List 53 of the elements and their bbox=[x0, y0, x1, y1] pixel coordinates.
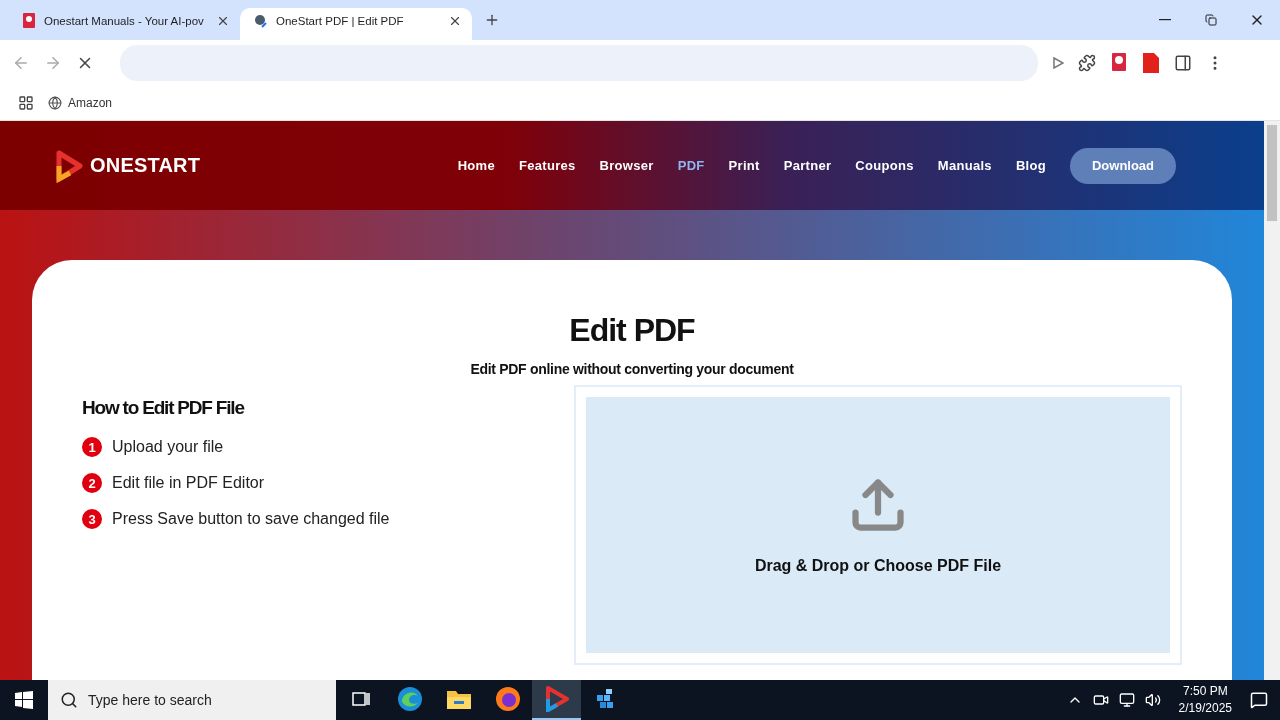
play-logo-icon bbox=[544, 686, 569, 712]
download-button[interactable]: Download bbox=[1070, 147, 1176, 184]
nav-link[interactable]: Home bbox=[457, 158, 495, 173]
nav-link[interactable]: Browser bbox=[599, 158, 654, 173]
taskbar-app[interactable] bbox=[532, 680, 581, 720]
side-panel-icon[interactable] bbox=[1174, 53, 1192, 72]
taskbar-clock[interactable]: 7:50 PM 2/19/2025 bbox=[1178, 683, 1232, 717]
camera-icon[interactable] bbox=[1092, 692, 1109, 708]
nav-link[interactable]: Manuals bbox=[937, 158, 992, 173]
folder-icon bbox=[445, 688, 472, 710]
page-title: Edit PDF bbox=[569, 312, 695, 349]
browser-tab[interactable]: Onestart Manuals - Your AI-pov bbox=[8, 8, 240, 40]
dropzone-label: Drag & Drop or Choose PDF File bbox=[754, 557, 1002, 575]
nav-link[interactable]: PDF bbox=[677, 158, 705, 173]
task-view-icon bbox=[350, 690, 371, 708]
pdf-file-icon[interactable] bbox=[1142, 52, 1160, 73]
nav-link[interactable]: Coupons bbox=[855, 158, 914, 173]
close-icon[interactable] bbox=[216, 14, 230, 28]
new-tab-icon[interactable] bbox=[484, 12, 500, 28]
browser-tab[interactable]: OneStart PDF | Edit PDF bbox=[240, 8, 472, 40]
volume-icon[interactable] bbox=[1144, 692, 1161, 708]
windows-logo-icon bbox=[15, 691, 33, 709]
page-subtitle: Edit PDF online without converting your document bbox=[470, 361, 794, 377]
nav-link[interactable]: Features bbox=[518, 158, 576, 173]
notification-icon[interactable] bbox=[1250, 691, 1268, 709]
extensions-icon[interactable] bbox=[1078, 53, 1096, 72]
book-icon[interactable] bbox=[1110, 52, 1128, 73]
step-text: Upload your file bbox=[112, 438, 224, 456]
book-icon bbox=[22, 13, 36, 29]
minimize-icon bbox=[1159, 19, 1171, 21]
apps-grid-icon[interactable] bbox=[18, 94, 34, 111]
step-number: 2 bbox=[82, 473, 102, 493]
play-icon[interactable] bbox=[1052, 56, 1064, 69]
step-number: 3 bbox=[82, 509, 102, 529]
site-logo[interactable]: ONESTART bbox=[54, 148, 201, 183]
file-dropzone[interactable]: Drag & Drop or Choose PDF File bbox=[586, 397, 1170, 653]
restore-icon bbox=[1205, 14, 1217, 26]
scrollbar[interactable] bbox=[1264, 121, 1280, 680]
search-icon bbox=[60, 691, 78, 709]
close-icon[interactable] bbox=[448, 14, 462, 28]
bookmark-link[interactable]: Amazon bbox=[48, 95, 113, 110]
section-heading: How to Edit PDF File bbox=[82, 397, 246, 419]
network-icon[interactable] bbox=[1118, 692, 1135, 708]
step-text: Press Save button to save changed file bbox=[112, 510, 390, 528]
nav-link[interactable]: Partner bbox=[783, 158, 832, 173]
globe-icon bbox=[48, 95, 62, 110]
taskbar-search-field[interactable]: Type here to search bbox=[48, 680, 336, 720]
step-text: Edit file in PDF Editor bbox=[112, 474, 265, 492]
nav-link[interactable]: Blog bbox=[1015, 158, 1046, 173]
search-placeholder: Type here to search bbox=[88, 692, 212, 708]
step-number: 1 bbox=[82, 437, 102, 457]
scrollbar-thumb[interactable] bbox=[1267, 125, 1277, 221]
nav-link[interactable]: Print bbox=[728, 158, 760, 173]
